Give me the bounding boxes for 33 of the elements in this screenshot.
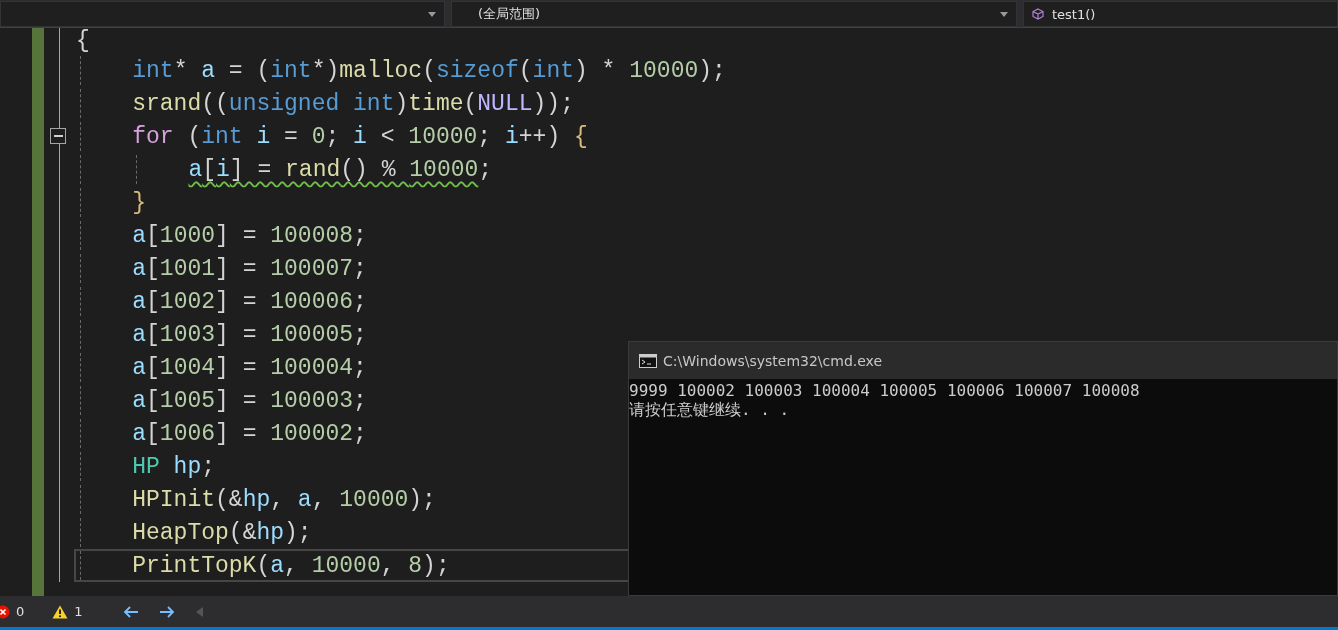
- code-line: for (int i = 0; i < 10000; i++) {: [132, 123, 588, 150]
- error-icon: [0, 604, 10, 619]
- code-line: a[1005] = 100003;: [132, 387, 367, 414]
- code-line: HP hp;: [132, 453, 216, 480]
- terminal-icon: [639, 353, 657, 368]
- code-line: a[1002] = 100006;: [132, 288, 367, 315]
- scope-dropdown[interactable]: test1(): [1023, 1, 1338, 27]
- code-line: a[1003] = 100005;: [132, 321, 367, 348]
- code-line: PrintTopK(a, 10000, 8);: [132, 552, 450, 579]
- console-output: 9999 100002 100003 100004 100005 100006 100007 100008: [629, 381, 1141, 400]
- collapse-toggle[interactable]: [50, 128, 66, 144]
- caret-icon: [1000, 11, 1008, 17]
- caret-icon: [428, 11, 436, 17]
- window-title: C:\Windows\system32\cmd.exe: [663, 352, 883, 369]
- warning-icon: [52, 604, 69, 619]
- warning-count[interactable]: 1: [74, 604, 83, 619]
- back-arrow-icon[interactable]: [122, 605, 139, 618]
- scope-dropdown[interactable]: (全局范围): [451, 1, 1017, 27]
- code-line: a[1006] = 100002;: [132, 420, 367, 447]
- error-count[interactable]: 0: [16, 604, 25, 619]
- code-line: {: [76, 28, 90, 54]
- forward-arrow-icon[interactable]: [158, 605, 175, 618]
- code-line: }: [132, 189, 146, 216]
- code-line: a[1004] = 100004;: [132, 354, 367, 381]
- code-line: HeapTop(&hp);: [132, 519, 312, 546]
- code-line: int* a = (int*)malloc(sizeof(int) * 10000);: [132, 57, 726, 84]
- code-line: a[1001] = 100007;: [132, 255, 367, 282]
- code-line: HPInit(&hp, a, 10000);: [132, 486, 436, 513]
- code-line: srand((unsigned int)time(NULL));: [132, 90, 574, 117]
- console-output: 请按任意键继续. . .: [629, 400, 791, 419]
- cube-icon: [1032, 8, 1044, 20]
- code-line: a[1000] = 100008;: [132, 222, 367, 249]
- code-line: a[i] = rand() % 10000;: [188, 156, 493, 183]
